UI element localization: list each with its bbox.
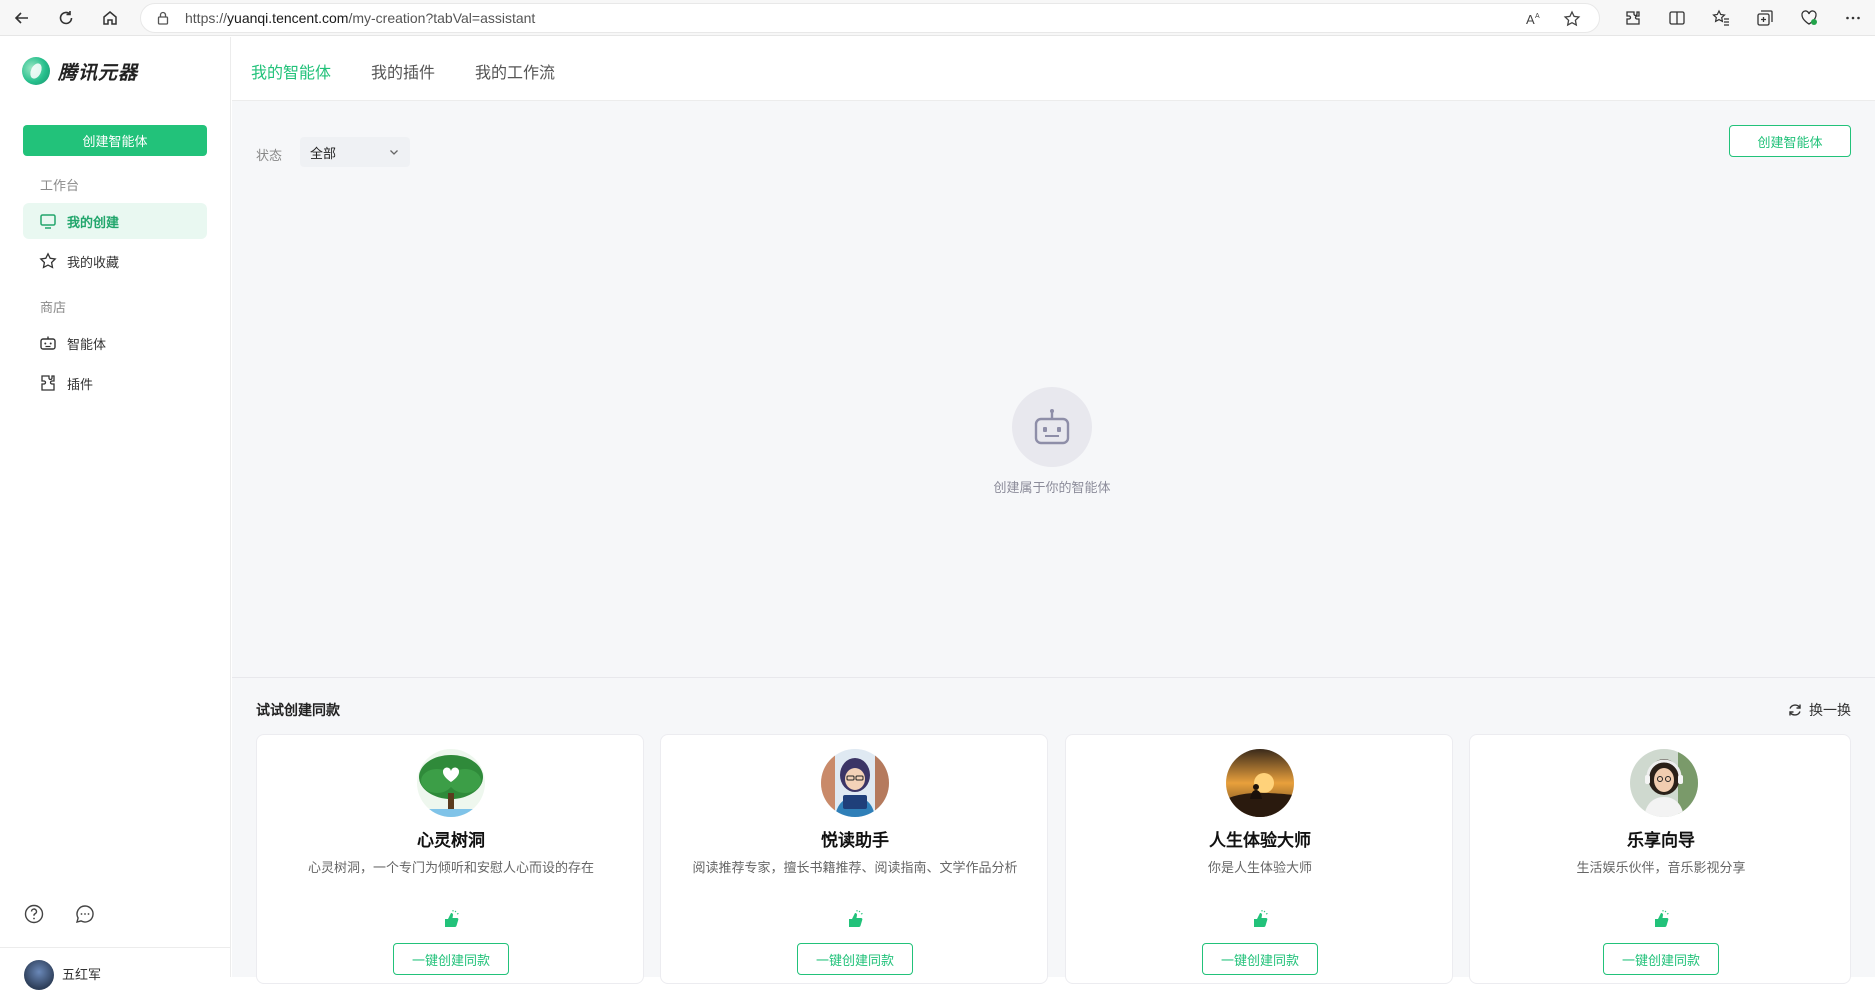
create-same-button[interactable]: 一键创建同款 (393, 943, 509, 975)
sidebar-item-label: 我的收藏 (67, 254, 120, 270)
card-avatar-meditation (1226, 749, 1294, 817)
url-prefix: https:// (185, 10, 228, 26)
main-content: 我的智能体 我的插件 我的工作流 状态 全部 创建智能体 创建属于你的智能体 试… (232, 37, 1875, 984)
try-templates-panel: 试试创建同款 换一换 心灵树洞 心灵树洞，一个专门为倾听和安慰人心而设的存在 一… (232, 677, 1875, 984)
user-profile[interactable]: 五红军 (0, 947, 231, 990)
address-bar[interactable]: https://yuanqi.tencent.com/my-creation?t… (140, 3, 1600, 33)
thumbs-up-icon (1655, 910, 1669, 927)
thumbs-up-icon (849, 910, 863, 927)
empty-robot-icon (1012, 387, 1092, 467)
help-icon[interactable] (23, 903, 45, 925)
tab-bar: 我的智能体 我的插件 我的工作流 (232, 37, 1875, 101)
sidebar-item-agents[interactable]: 智能体 (23, 325, 207, 361)
lock-icon (157, 11, 169, 25)
user-name: 五红军 (62, 967, 102, 982)
star-icon (39, 252, 57, 269)
robot-icon (40, 336, 56, 350)
card-description: 阅读推荐专家，擅长书籍推荐、阅读指南、文学作品分析 (692, 860, 1018, 875)
chevron-down-icon (390, 150, 398, 155)
sidebar-item-label: 我的创建 (67, 214, 120, 230)
create-agent-outline-button[interactable]: 创建智能体 (1729, 125, 1851, 157)
collections-icon[interactable] (1743, 0, 1787, 36)
template-card[interactable]: 人生体验大师 你是人生体验大师 一键创建同款 (1065, 734, 1453, 984)
tab-my-agents[interactable]: 我的智能体 (251, 59, 331, 83)
extensions-icon[interactable] (1611, 0, 1655, 36)
svg-text:A: A (1526, 12, 1535, 27)
sidebar-item-my-creations[interactable]: 我的创建 (23, 203, 207, 239)
status-filter-select[interactable]: 全部 (300, 137, 410, 167)
browser-toolbar: https://yuanqi.tencent.com/my-creation?t… (0, 0, 1875, 36)
card-title: 乐享向导 (1627, 831, 1695, 850)
favorites-icon[interactable] (1699, 0, 1743, 36)
sidebar: 腾讯元器 创建智能体 工作台 我的创建 我的收藏 商店 智能体 插件 五红军 (0, 37, 231, 990)
template-card[interactable]: 悦读助手 阅读推荐专家，擅长书籍推荐、阅读指南、文学作品分析 一键创建同款 (660, 734, 1048, 984)
avatar (24, 960, 54, 990)
sidebar-item-label: 插件 (67, 376, 94, 392)
logo-text: 腾讯元器 (58, 62, 139, 84)
card-avatar-tree (417, 749, 485, 817)
home-icon[interactable] (88, 0, 132, 36)
card-description: 生活娱乐伙伴，音乐影视分享 (1576, 860, 1746, 875)
section-label-store: 商店 (40, 300, 67, 315)
status-filter-value: 全部 (310, 145, 337, 161)
split-screen-icon[interactable] (1655, 0, 1699, 36)
empty-state-text: 创建属于你的智能体 (993, 480, 1111, 495)
url-path: /my-creation?tabVal=assistant (348, 10, 536, 26)
thumbs-up-icon (445, 910, 459, 927)
thumbs-up-icon (1254, 910, 1268, 927)
card-description: 你是人生体验大师 (1207, 860, 1312, 875)
status-filter-label: 状态 (256, 148, 283, 163)
logo[interactable]: 腾讯元器 (22, 57, 138, 85)
sidebar-item-my-favorites[interactable]: 我的收藏 (23, 243, 207, 279)
monitor-icon (40, 214, 56, 229)
template-card[interactable]: 心灵树洞 心灵树洞，一个专门为倾听和安慰人心而设的存在 一键创建同款 (256, 734, 644, 984)
create-same-button[interactable]: 一键创建同款 (797, 943, 913, 975)
reload-icon[interactable] (44, 0, 88, 36)
card-title: 心灵树洞 (417, 831, 485, 850)
template-card[interactable]: 乐享向导 生活娱乐伙伴，音乐影视分享 一键创建同款 (1469, 734, 1851, 984)
section-label-workbench: 工作台 (40, 178, 80, 193)
card-title: 人生体验大师 (1209, 831, 1311, 850)
create-same-button[interactable]: 一键创建同款 (1603, 943, 1719, 975)
logo-mark-icon (22, 57, 50, 85)
svg-text:A: A (1535, 13, 1540, 20)
puzzle-icon (41, 375, 55, 391)
back-icon[interactable] (0, 0, 44, 36)
sidebar-item-plugins[interactable]: 插件 (23, 365, 207, 401)
more-menu-icon[interactable] (1831, 0, 1875, 36)
try-templates-title: 试试创建同款 (256, 702, 340, 718)
create-agent-button[interactable]: 创建智能体 (23, 125, 207, 156)
tab-my-workflows[interactable]: 我的工作流 (475, 59, 555, 83)
sidebar-item-label: 智能体 (67, 336, 107, 352)
url-host: yuanqi.tencent.com (227, 10, 349, 26)
card-avatar-music-girl (1630, 749, 1698, 817)
refresh-icon (1789, 704, 1801, 716)
card-title: 悦读助手 (821, 831, 889, 850)
feedback-chat-icon[interactable] (74, 903, 96, 925)
tab-my-plugins[interactable]: 我的插件 (371, 59, 435, 83)
card-description: 心灵树洞，一个专门为倾听和安慰人心而设的存在 (307, 860, 594, 875)
create-same-button[interactable]: 一键创建同款 (1202, 943, 1318, 975)
card-avatar-reader (821, 749, 889, 817)
refresh-button[interactable]: 换一换 (1787, 700, 1851, 720)
browser-essentials-icon[interactable] (1787, 0, 1831, 36)
read-aloud-icon[interactable]: AA (1525, 10, 1543, 28)
favorite-star-icon[interactable] (1563, 10, 1581, 28)
refresh-label: 换一换 (1809, 702, 1851, 718)
